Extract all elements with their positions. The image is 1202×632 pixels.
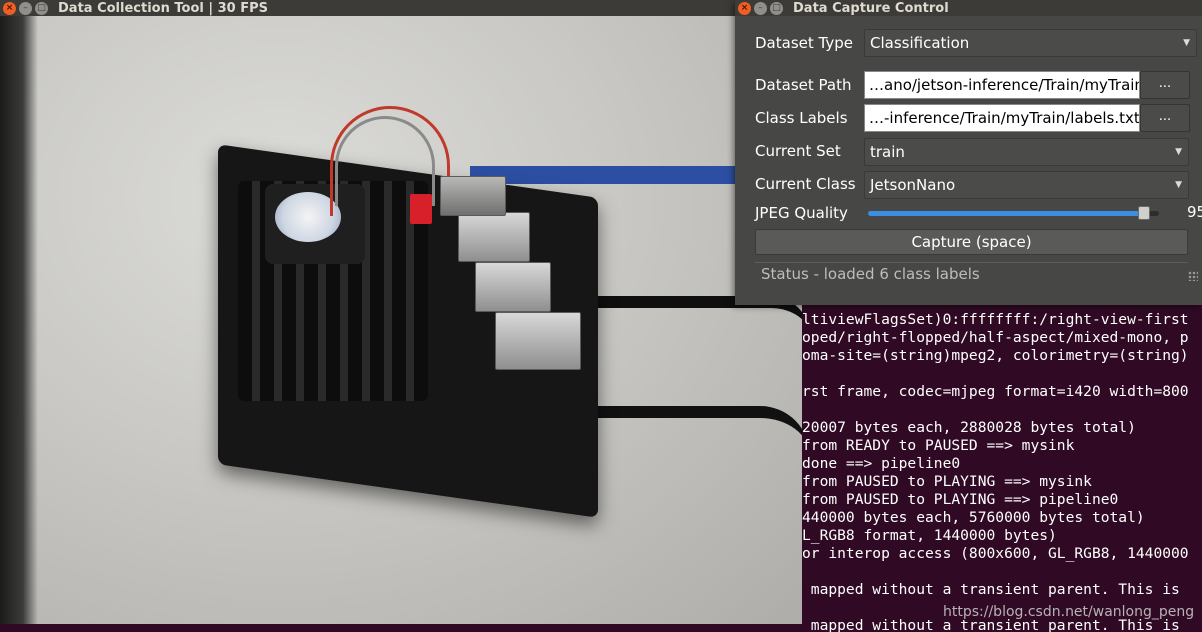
camera-shadow (0, 16, 38, 624)
status-separator (755, 262, 1188, 263)
terminal-line: from PAUSED to PLAYING ==> mysink (802, 473, 1092, 490)
fan-connector (410, 194, 432, 224)
dataset-path-input[interactable]: …ano/jetson-inference/Train/myTrain (864, 71, 1140, 99)
terminal-line: from READY to PAUSED ==> mysink (802, 437, 1075, 454)
terminal-line: 440000 bytes each, 5760000 bytes total) (802, 509, 1145, 526)
jpeg-quality-slider-fill (868, 211, 1145, 216)
terminal-line: ltiviewFlagsSet)0:ffffffff:/right-view-f… (802, 311, 1189, 328)
jpeg-quality-label: JPEG Quality (755, 204, 848, 222)
current-class-label: Current Class (755, 175, 856, 193)
capture-button[interactable]: Capture (space) (755, 229, 1188, 255)
close-icon[interactable]: × (738, 1, 751, 15)
usb-port (475, 262, 551, 312)
camera-window-titlebar[interactable]: × – □ Data Collection Tool | 30 FPS (0, 0, 802, 16)
terminal-line: L_RGB8 format, 1440000 bytes) (802, 527, 1057, 544)
current-set-label: Current Set (755, 142, 841, 160)
terminal-line: oma-site=(string)mpeg2, colorimetry=(str… (802, 347, 1189, 364)
camera-window-title: Data Collection Tool | 30 FPS (58, 0, 269, 16)
dataset-type-value: Classification (870, 34, 970, 52)
terminal-line: 20007 bytes each, 2880028 bytes total) (802, 419, 1136, 436)
fan-wire-grey (335, 116, 435, 206)
class-labels-input[interactable]: …-inference/Train/myTrain/labels.txt (864, 104, 1140, 132)
terminal-line: rst frame, codec=mjpeg format=i420 width… (802, 383, 1189, 400)
minimize-icon[interactable]: – (19, 1, 32, 15)
dataset-path-browse-button[interactable]: ... (1140, 71, 1190, 99)
terminal-line: done ==> pipeline0 (802, 455, 961, 472)
minimize-icon[interactable]: – (754, 1, 767, 15)
current-set-select[interactable]: train ▼ (864, 138, 1189, 166)
desktop-strip (0, 624, 802, 632)
class-labels-browse-button[interactable]: ... (1140, 104, 1190, 132)
watermark: https://blog.csdn.net/wanlong_peng (943, 604, 1195, 620)
chevron-down-icon: ▼ (1183, 38, 1190, 48)
usb-port (458, 212, 530, 262)
current-class-select[interactable]: JetsonNano ▼ (864, 171, 1189, 199)
terminal-window[interactable]: ltiviewFlagsSet)0:ffffffff:/right-view-f… (802, 305, 1202, 632)
close-icon[interactable]: × (3, 1, 16, 15)
status-text: Status - loaded 6 class labels (761, 265, 980, 283)
chevron-down-icon: ▼ (1175, 180, 1182, 190)
current-class-value: JetsonNano (870, 176, 956, 194)
jpeg-quality-slider[interactable] (868, 211, 1159, 216)
camera-preview (0, 16, 802, 624)
current-set-value: train (870, 143, 905, 161)
dialog-title: Data Capture Control (793, 0, 949, 16)
terminal-line: mapped without a transient parent. This … (802, 581, 1180, 598)
resize-grip-icon[interactable] (1188, 271, 1198, 281)
data-capture-dialog: × – □ Data Capture Control Dataset Type … (735, 0, 1202, 305)
terminal-line: oped/right-flopped/half-aspect/mixed-mon… (802, 329, 1189, 346)
maximize-icon[interactable]: □ (770, 1, 783, 15)
jpeg-quality-value: 95 (1187, 203, 1202, 221)
dataset-type-label: Dataset Type (755, 34, 853, 52)
usb-port (495, 312, 581, 370)
dialog-titlebar[interactable]: × – □ Data Capture Control (735, 0, 1202, 16)
terminal-line: from PAUSED to PLAYING ==> pipeline0 (802, 491, 1119, 508)
jpeg-quality-slider-handle[interactable] (1138, 206, 1151, 220)
dataset-type-select[interactable]: Classification ▼ (864, 29, 1197, 57)
terminal-line: or interop access (800x600, GL_RGB8, 144… (802, 545, 1189, 562)
maximize-icon[interactable]: □ (35, 1, 48, 15)
class-labels-label: Class Labels (755, 109, 848, 127)
dataset-path-label: Dataset Path (755, 76, 852, 94)
ethernet-port (440, 176, 506, 216)
chevron-down-icon: ▼ (1175, 147, 1182, 157)
